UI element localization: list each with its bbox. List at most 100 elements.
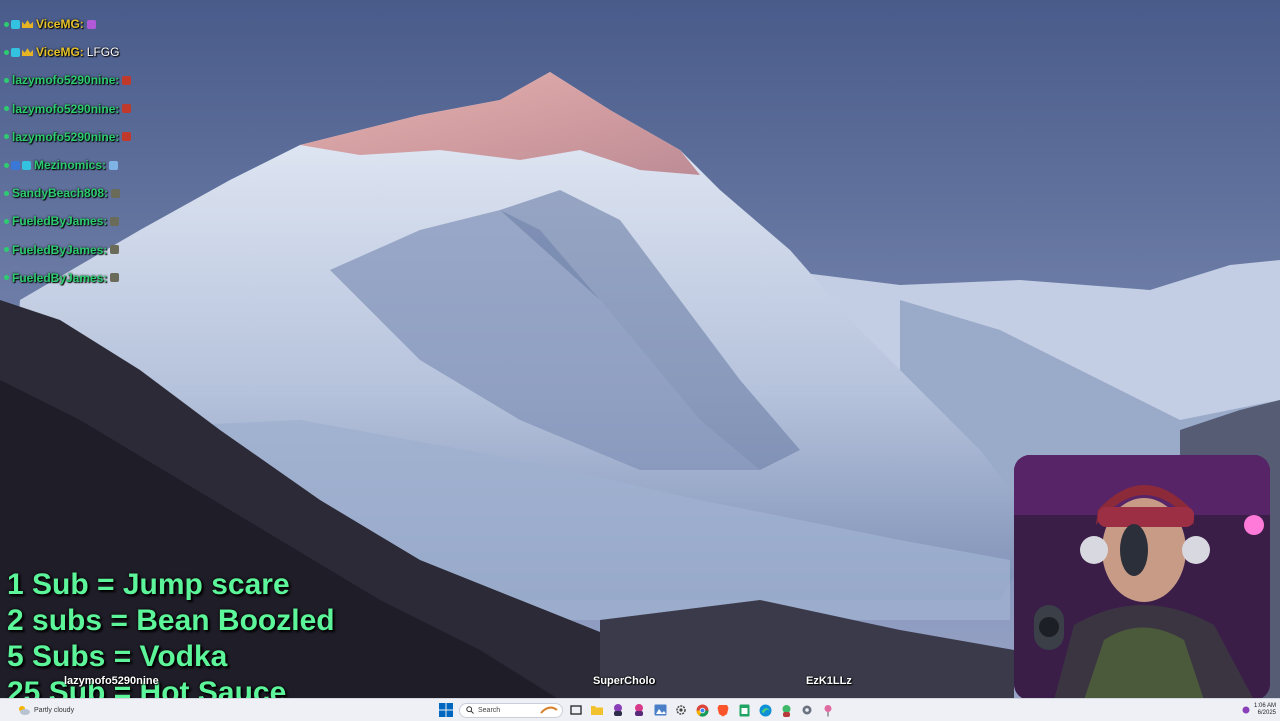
green-dot-icon [4,218,9,224]
gray-emote-icon [110,216,120,226]
nametag-lazymofo: lazymofo5290nine [64,675,159,687]
chat-username: FueledByJames: [12,270,108,285]
chrome-button[interactable] [694,702,710,718]
app-character-3-icon [782,704,790,717]
chat-badges [4,218,9,224]
red-emote-icon [122,104,132,114]
green-dot-icon [4,106,9,112]
clock-date: 6/2025 [1257,710,1276,716]
cyan-badge-icon [11,19,20,29]
search-placeholder: Search [478,706,501,714]
red-emote-icon [122,132,132,142]
chat-username: SandyBeach808: [12,186,109,201]
gray-emote-icon [110,273,120,283]
file-explorer-icon [591,706,603,715]
cyan-badge-icon [11,47,20,57]
app-character-3-button[interactable] [778,702,794,718]
chat-message: FueledByJames: [4,236,264,264]
chat-badges [4,160,31,170]
green-dot-icon [4,134,9,140]
cyan-badge-icon [22,160,31,170]
tray-app-icon[interactable] [1242,706,1250,714]
chat-message: ViceMG: LFGG [4,38,264,66]
search-highlight-icon [540,706,558,714]
pin-icon [824,704,832,716]
green-dot-icon [4,275,9,281]
task-view-button[interactable] [568,702,584,718]
settings-icon [676,705,686,715]
crown-icon [22,20,33,29]
sub-goals: 1 Sub = Jump scare 2 subs = Bean Boozled… [7,567,335,711]
windows-logo-icon [439,703,453,717]
settings-button[interactable] [673,702,689,718]
weather-label: Partly cloudy [34,706,75,714]
chat-message: ViceMG: [4,10,264,38]
chat-message: lazymofo5290nine: [4,95,264,123]
taskbar-center: Search [438,700,836,720]
search-icon [466,706,474,714]
goal-line-3: 5 Subs = Vodka [7,640,228,673]
chat-message: lazymofo5290nine: [4,123,264,151]
spreadsheet-button[interactable] [736,702,752,718]
green-dot-icon [4,190,9,196]
nametag-supercholo: SuperCholo [593,675,656,687]
edge-button[interactable] [757,702,773,718]
webcam-feed [1014,455,1270,700]
chrome-icon [696,704,708,717]
app-character-icon [614,704,622,716]
brave-icon [717,704,729,716]
green-dot-icon [4,21,9,27]
green-dot-icon [4,49,9,55]
chat-overlay: ViceMG: ViceMG: LFGG lazymofo5290nine: lazym… [4,10,264,292]
edge-icon [759,704,771,716]
gray-emote-icon [110,245,120,255]
chat-message: lazymofo5290nine: [4,66,264,94]
partly-cloudy-icon [19,706,30,715]
green-dot-icon [4,77,9,83]
chat-badges [4,247,9,253]
chat-badges [4,275,9,281]
chat-username: ViceMG: [36,17,84,32]
goal-line-2: 2 subs = Bean Boozled [7,604,335,637]
system-tray: 1:06 AM 6/2025 [1242,700,1276,720]
chat-badges [4,190,9,196]
nametag-ezk1llz: EzK1LLz [806,675,852,687]
app-character-2-icon [635,704,643,716]
blue-emote-icon [109,160,119,170]
chat-username: ViceMG: [36,45,84,60]
chat-username: FueledByJames: [12,214,108,229]
crown-icon [22,48,33,57]
chat-message: FueledByJames: [4,264,264,292]
chat-message: SandyBeach808: [4,179,264,207]
spreadsheet-icon [739,704,749,716]
pin-button[interactable] [820,702,836,718]
chat-text: LFGG [86,45,120,60]
file-explorer-button[interactable] [589,702,605,718]
windows-taskbar: Partly cloudy Search 1:06 AM 6/2025 [0,698,1280,721]
taskbar-clock[interactable]: 1:06 AM 6/2025 [1254,703,1276,717]
taskbar-search[interactable]: Search [459,702,563,718]
app-character-button[interactable] [610,702,626,718]
green-dot-icon [4,247,9,253]
app-character-2-button[interactable] [631,702,647,718]
task-view-icon [570,705,582,715]
chat-username: lazymofo5290nine: [12,129,120,144]
chat-message: FueledByJames: [4,207,264,235]
goal-line-1: 1 Sub = Jump scare [7,568,290,601]
chat-badges [4,134,9,140]
blue-badge-icon [11,160,20,170]
streamer-camera-image [1014,455,1270,700]
photos-icon [654,704,666,716]
brave-button[interactable] [715,702,731,718]
gear-icon [802,705,812,715]
weather-widget[interactable]: Partly cloudy [18,701,74,719]
photos-button[interactable] [652,702,668,718]
chat-badges [4,77,9,83]
chat-message: Mezinomics: [4,151,264,179]
gray-emote-icon [111,188,121,198]
red-emote-icon [122,75,132,85]
green-dot-icon [4,162,9,168]
start-button[interactable] [438,702,454,718]
chat-username: lazymofo5290nine: [12,73,120,88]
gear-button[interactable] [799,702,815,718]
